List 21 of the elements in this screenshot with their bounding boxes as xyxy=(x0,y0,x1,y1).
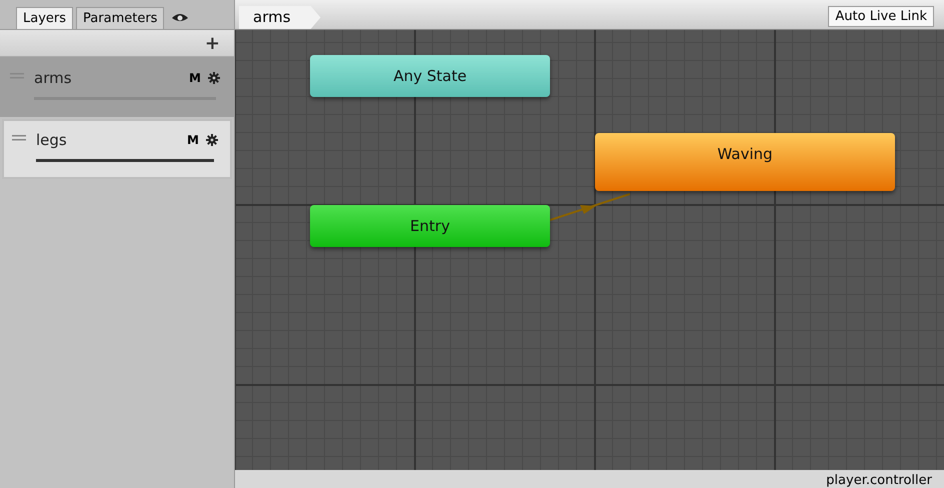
add-layer-button[interactable]: + xyxy=(204,32,220,54)
layer-name: arms xyxy=(34,69,73,87)
graph-canvas[interactable]: Any State Entry Waving xyxy=(235,30,944,470)
settings-icon[interactable] xyxy=(208,72,220,84)
eye-icon[interactable] xyxy=(171,12,190,24)
panel-tab[interactable]: Layers xyxy=(16,7,74,29)
breadcrumb[interactable]: arms xyxy=(239,6,321,29)
layer-name: legs xyxy=(36,131,68,149)
transition-arrow[interactable] xyxy=(550,192,630,222)
state-node[interactable]: Any State xyxy=(310,55,550,97)
auto-live-link-button[interactable]: Auto Live Link xyxy=(828,6,934,27)
settings-icon[interactable] xyxy=(206,134,218,146)
mute-toggle[interactable]: M xyxy=(187,133,199,147)
state-node[interactable]: Entry xyxy=(310,205,550,247)
file-name: player.controller xyxy=(826,474,932,488)
panel-tab[interactable]: Parameters xyxy=(76,7,164,29)
layer-item[interactable]: arms M xyxy=(0,57,234,117)
mute-toggle[interactable]: M xyxy=(189,71,201,85)
drag-handle-icon[interactable] xyxy=(12,135,26,141)
state-node[interactable]: Waving xyxy=(595,133,895,191)
layer-item[interactable]: legs M xyxy=(2,119,232,179)
